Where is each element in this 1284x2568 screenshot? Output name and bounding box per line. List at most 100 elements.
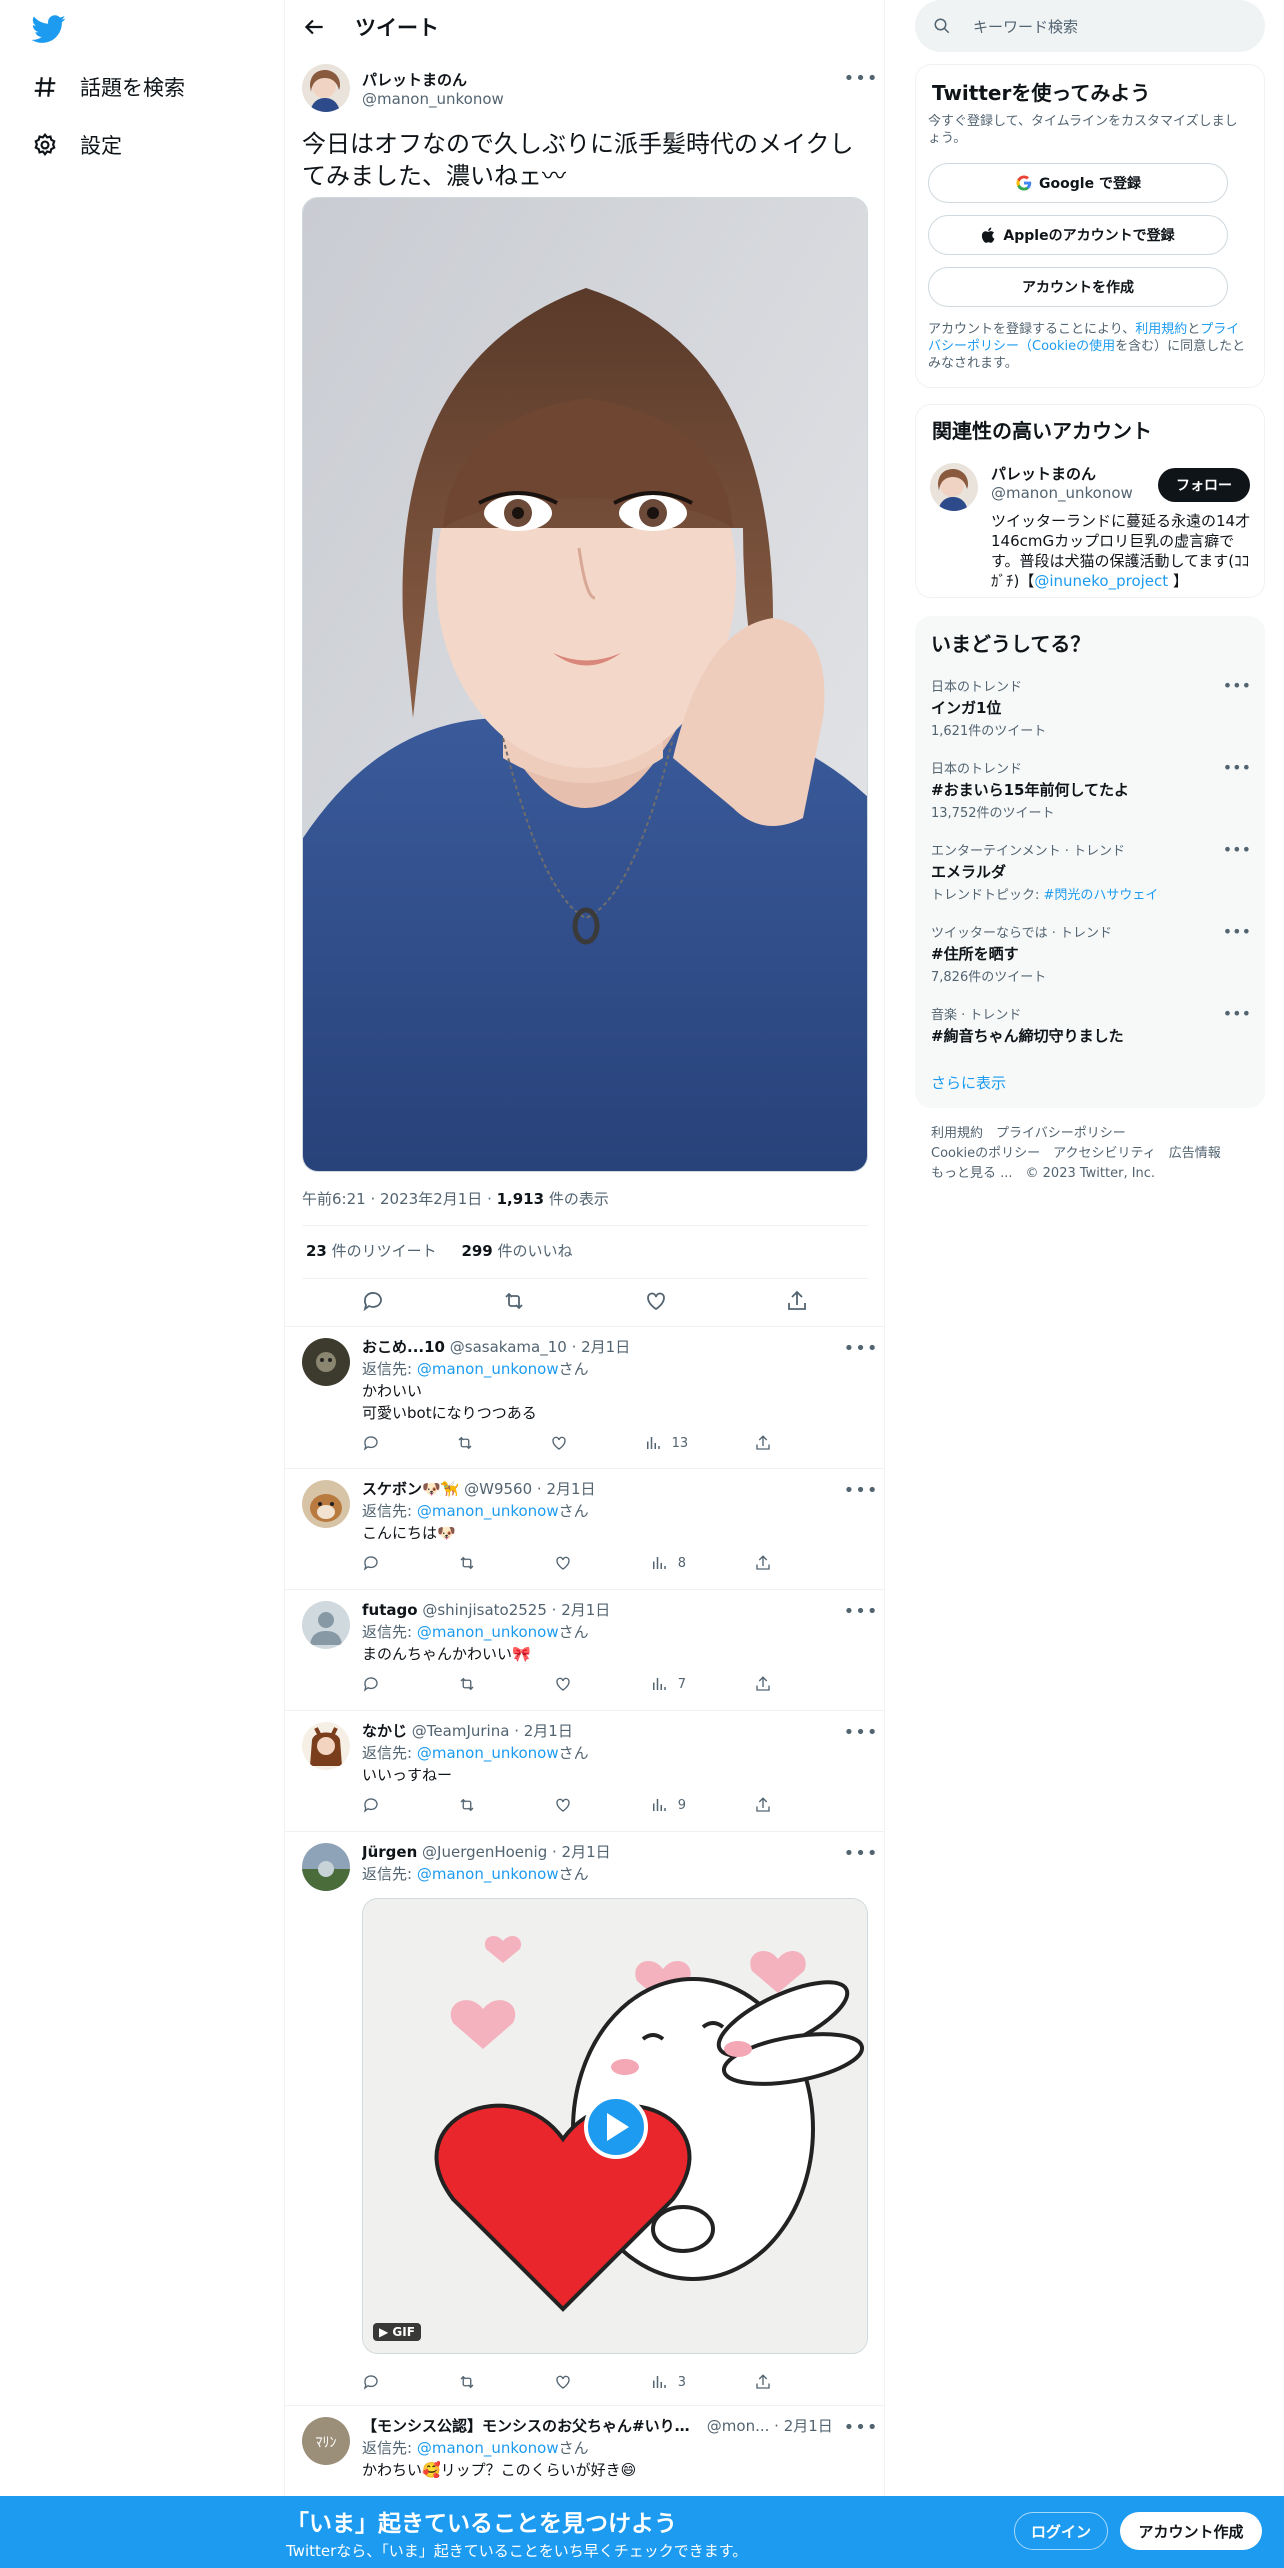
reply-button[interactable] — [362, 1796, 390, 1814]
reply-date[interactable]: 2月1日 — [784, 2415, 833, 2437]
share-button[interactable] — [754, 1675, 782, 1693]
reply-to-link[interactable]: @manon_unkonow — [417, 1744, 559, 1762]
footer-line[interactable]: もっと見る ... © 2023 Twitter, Inc. — [931, 1164, 1221, 1184]
reply-to-link[interactable]: @manon_unkonow — [417, 2439, 559, 2457]
reply-icon[interactable] — [361, 1289, 385, 1313]
nav-settings[interactable]: 設定 — [32, 125, 122, 165]
reply-author-name[interactable]: スケボン🐶🦮 — [362, 1480, 459, 1498]
reply-tweet[interactable]: ﾏﾘﾝ 【モンシス公認】モンシスのお父ちゃん#いりこ... @mon... · … — [285, 2405, 885, 2496]
avatar[interactable] — [302, 64, 350, 112]
views-button[interactable]: 3 — [650, 2373, 686, 2391]
signup-button[interactable]: アカウント作成 — [1120, 2512, 1262, 2550]
avatar[interactable] — [302, 1601, 350, 1649]
twitter-logo-icon[interactable] — [32, 12, 66, 46]
reply-date[interactable]: 2月1日 — [524, 1722, 573, 1740]
reply-tweet[interactable]: おこめ...10 @sasakama_10 · 2月1日 返信先: @manon… — [285, 1326, 885, 1468]
nav-explore[interactable]: 話題を検索 — [32, 67, 185, 107]
back-arrow-icon[interactable] — [301, 14, 327, 40]
like-button[interactable] — [554, 1796, 582, 1814]
reply-author-name[interactable]: なかじ — [362, 1722, 407, 1740]
trend-item[interactable]: 音楽 · トレンド #絢音ちゃん締切守りました ••• — [931, 1004, 1251, 1046]
reply-tweet[interactable]: futago @shinjisato2525 · 2月1日 返信先: @mano… — [285, 1589, 885, 1710]
related-bio-link[interactable]: @inuneko_project — [1034, 572, 1168, 590]
tweet-photo[interactable] — [302, 197, 868, 1172]
more-icon[interactable]: ••• — [1223, 1004, 1251, 1023]
share-button[interactable] — [754, 2373, 782, 2391]
reply-date[interactable]: 2月1日 — [581, 1338, 630, 1356]
avatar[interactable] — [302, 1722, 350, 1770]
show-more-link[interactable]: さらに表示 — [931, 1072, 1006, 1093]
related-account-names[interactable]: パレットまのん @manon_unkonow — [991, 463, 1133, 502]
reply-tweet[interactable]: スケボン🐶🦮 @W9560 · 2月1日 返信先: @manon_unkonow… — [285, 1468, 885, 1589]
reply-to-link[interactable]: @manon_unkonow — [417, 1865, 559, 1883]
avatar[interactable]: ﾏﾘﾝ — [302, 2417, 350, 2465]
more-icon[interactable]: ••• — [844, 1478, 878, 1502]
more-icon[interactable]: ••• — [1223, 840, 1251, 859]
tweet-date[interactable]: 2023年2月1日 — [380, 1190, 482, 1208]
retweet-button[interactable] — [458, 1554, 486, 1572]
retweets-stat[interactable]: 23 件のリツイート — [306, 1242, 437, 1260]
more-icon[interactable]: ••• — [844, 1841, 878, 1865]
tweet-author[interactable]: パレットまのん @manon_unkonow — [302, 64, 504, 112]
trend-item[interactable]: 日本のトレンド インガ1位 1,621件のツイート ••• — [931, 676, 1251, 739]
apple-signup-button[interactable]: Appleのアカウントで登録 — [928, 215, 1228, 255]
google-signup-button[interactable]: Google で登録 — [928, 163, 1228, 203]
avatar[interactable] — [302, 1843, 350, 1891]
more-icon[interactable]: ••• — [1223, 676, 1251, 695]
views-button[interactable]: 9 — [650, 1796, 686, 1814]
reply-to-link[interactable]: @manon_unkonow — [417, 1623, 559, 1641]
like-button[interactable] — [550, 1434, 578, 1452]
reply-to-link[interactable]: @manon_unkonow — [417, 1360, 559, 1378]
more-icon[interactable]: ••• — [844, 2415, 878, 2439]
create-account-button[interactable]: アカウントを作成 — [928, 267, 1228, 307]
likes-stat[interactable]: 299 件のいいね — [461, 1242, 572, 1260]
search-bar[interactable]: キーワード検索 — [915, 0, 1265, 52]
share-icon[interactable] — [785, 1289, 809, 1313]
avatar[interactable] — [302, 1480, 350, 1528]
footer-line[interactable]: Cookieのポリシー アクセシビリティ 広告情報 — [931, 1144, 1221, 1164]
more-icon[interactable]: ••• — [1223, 758, 1251, 777]
reply-date[interactable]: 2月1日 — [546, 1480, 595, 1498]
retweet-button[interactable] — [458, 1675, 486, 1693]
follow-button[interactable]: フォロー — [1158, 468, 1250, 502]
gif-media[interactable]: ▶ GIF — [362, 1898, 868, 2354]
more-icon[interactable]: ••• — [844, 1599, 878, 1623]
reply-author-name[interactable]: 【モンシス公認】モンシスのお父ちゃん#いりこ... — [362, 2415, 702, 2437]
reply-author-name[interactable]: futago — [362, 1601, 418, 1619]
trend-item[interactable]: ツイッターならでは · トレンド #住所を晒す 7,826件のツイート ••• — [931, 922, 1251, 985]
trend-topic-link[interactable]: #閃光のハサウェイ — [1044, 888, 1159, 903]
retweet-button[interactable] — [456, 1434, 484, 1452]
reply-button[interactable] — [362, 2373, 390, 2391]
more-icon[interactable]: ••• — [844, 1720, 878, 1744]
avatar[interactable] — [930, 463, 978, 511]
share-button[interactable] — [754, 1796, 782, 1814]
more-icon[interactable]: ••• — [844, 1336, 878, 1360]
reply-button[interactable] — [362, 1675, 390, 1693]
retweet-button[interactable] — [458, 2373, 486, 2391]
more-icon[interactable]: ••• — [1223, 922, 1251, 941]
reply-button[interactable] — [362, 1554, 390, 1572]
reply-date[interactable]: 2月1日 — [561, 1601, 610, 1619]
more-icon[interactable]: ••• — [844, 66, 878, 90]
like-icon[interactable] — [644, 1289, 668, 1313]
footer-line[interactable]: 利用規約 プライバシーポリシー — [931, 1124, 1221, 1144]
share-button[interactable] — [754, 1434, 782, 1452]
views-button[interactable]: 7 — [650, 1675, 686, 1693]
search-input[interactable]: キーワード検索 — [973, 16, 1078, 37]
share-button[interactable] — [754, 1554, 782, 1572]
reply-tweet[interactable]: なかじ @TeamJurina · 2月1日 返信先: @manon_unkon… — [285, 1710, 885, 1831]
trend-item[interactable]: エンターテインメント · トレンド エメラルダ トレンドトピック: #閃光のハサ… — [931, 840, 1251, 903]
login-button[interactable]: ログイン — [1014, 2512, 1108, 2550]
reply-author-name[interactable]: おこめ...10 — [362, 1338, 445, 1356]
like-button[interactable] — [554, 1554, 582, 1572]
reply-author-name[interactable]: Jürgen — [362, 1843, 417, 1861]
views-button[interactable]: 13 — [644, 1434, 688, 1452]
reply-to-link[interactable]: @manon_unkonow — [417, 1502, 559, 1520]
reply-date[interactable]: 2月1日 — [562, 1843, 611, 1861]
views-button[interactable]: 8 — [650, 1554, 686, 1572]
retweet-icon[interactable] — [502, 1289, 526, 1313]
trend-item[interactable]: 日本のトレンド #おまいら15年前何してたよ 13,752件のツイート ••• — [931, 758, 1251, 821]
like-button[interactable] — [554, 2373, 582, 2391]
terms-link[interactable]: 利用規約 — [1135, 322, 1187, 337]
avatar[interactable] — [302, 1338, 350, 1386]
